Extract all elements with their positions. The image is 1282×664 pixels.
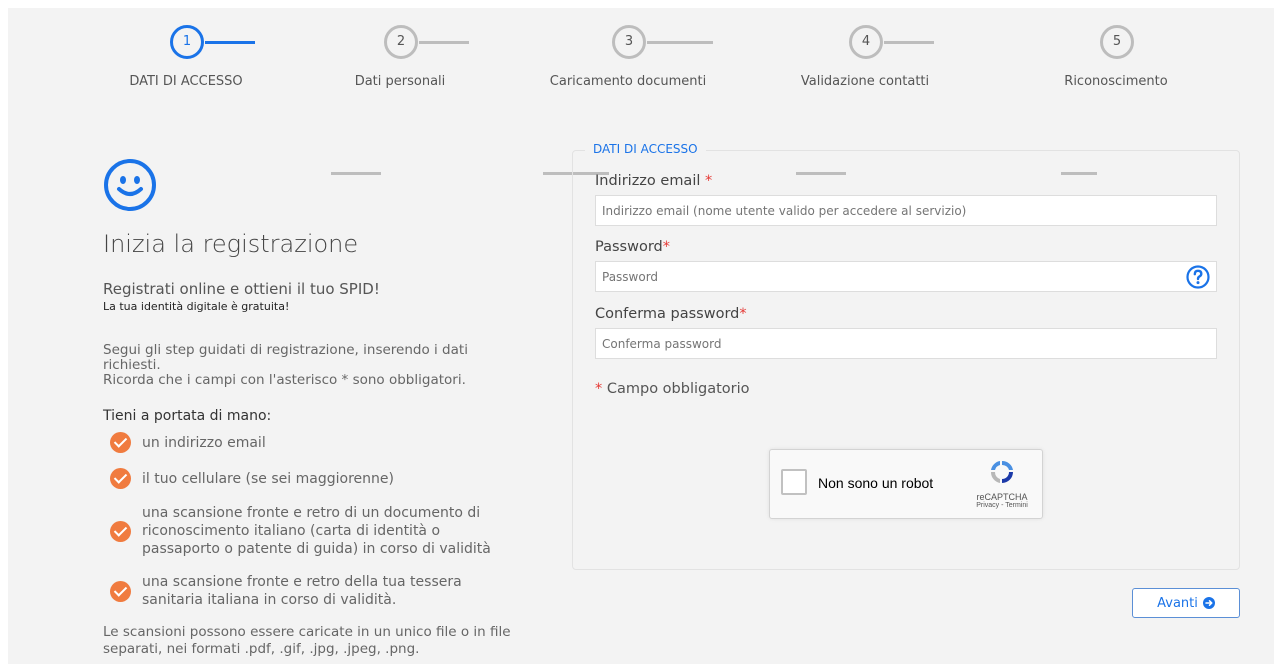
required-marker: *	[662, 239, 670, 255]
step-number: 4	[849, 25, 883, 59]
step-label: Validazione contatti	[800, 74, 930, 89]
password-label: Password*	[595, 239, 670, 255]
next-button-label: Avanti	[1157, 595, 1198, 611]
email-label: Indirizzo email *	[595, 173, 712, 189]
checklist: un indirizzo email il tuo cellulare (se …	[103, 432, 523, 609]
check-icon	[110, 468, 131, 489]
email-label-text: Indirizzo email	[595, 173, 701, 189]
checklist-item-text: un indirizzo email	[142, 434, 266, 451]
step-connector	[419, 41, 469, 44]
page-title: Inizia la registrazione	[103, 230, 359, 258]
step-2: 2 Dati personali	[315, 22, 485, 175]
step-5: 5 Riconoscimento	[1031, 22, 1201, 175]
recaptcha-widget: Non sono un robot reCAPTCHA Privacy - Te…	[769, 449, 1043, 519]
intro-paragraph: Ricorda che i campi con l'asterisco * so…	[103, 372, 466, 388]
password-field-wrapper	[595, 261, 1217, 292]
recaptcha-logo: reCAPTCHA Privacy - Termini	[972, 458, 1032, 509]
step-label: DATI DI ACCESSO	[129, 74, 243, 89]
step-connector	[205, 41, 255, 44]
step-3: 3 Caricamento documenti	[543, 22, 713, 175]
intro-column: Inizia la registrazione Registrati onlin…	[103, 158, 523, 658]
checklist-item-text: una scansione fronte e retro della tua t…	[142, 574, 462, 608]
confirm-password-label-text: Conferma password	[595, 306, 740, 322]
recaptcha-brand: reCAPTCHA	[976, 492, 1028, 502]
checklist-item: il tuo cellulare (se sei maggiorenne)	[103, 468, 523, 489]
step-label: Dati personali	[354, 74, 446, 89]
recaptcha-icon	[990, 460, 1013, 483]
step-label: Riconoscimento	[1064, 74, 1168, 89]
checklist-item: una scansione fronte e retro della tua t…	[103, 573, 523, 609]
intro-subtitle-small: La tua identità digitale è gratuita!	[103, 300, 290, 313]
password-label-text: Password	[595, 239, 663, 255]
intro-instructions: Segui gli step guidati di registrazione,…	[103, 343, 523, 388]
check-icon	[110, 432, 131, 453]
checklist-item-text: il tuo cellulare (se sei maggiorenne)	[142, 470, 394, 487]
recaptcha-links[interactable]: Privacy - Termini	[972, 502, 1032, 509]
step-number: 1	[170, 25, 204, 59]
upload-formats-note: Le scansioni possono essere caricate in …	[103, 624, 511, 657]
smiley-icon	[104, 159, 156, 211]
recaptcha-checkbox[interactable]	[781, 469, 807, 495]
step-1: 1 DATI DI ACCESSO	[101, 22, 271, 89]
step-number: 3	[612, 25, 646, 59]
access-data-panel: DATI DI ACCESSO Indirizzo email * Passwo…	[572, 142, 1240, 570]
check-icon	[110, 520, 131, 542]
required-marker: *	[739, 306, 747, 322]
checklist-item: una scansione fronte e retro di un docum…	[103, 504, 523, 558]
step-connector	[647, 41, 713, 44]
intro-subtitle: Registrati online e ottieni il tuo SPID!	[103, 280, 380, 298]
page-background: 1 DATI DI ACCESSO 2 Dati personali 3 Car…	[8, 8, 1274, 664]
step-4: 4 Validazione contatti	[780, 22, 950, 175]
check-icon	[110, 580, 131, 602]
password-field[interactable]	[596, 262, 1176, 291]
checklist-item: un indirizzo email	[103, 432, 523, 453]
recaptcha-label: Non sono un robot	[818, 475, 934, 491]
step-number: 5	[1100, 25, 1134, 59]
required-marker: *	[595, 381, 603, 397]
arrow-right-circle-icon	[1202, 597, 1215, 609]
step-connector	[884, 41, 934, 44]
mandatory-note: * Campo obbligatorio	[595, 381, 750, 397]
checklist-item-text: una scansione fronte e retro di un docum…	[142, 505, 491, 557]
step-label: Caricamento documenti	[549, 74, 707, 89]
confirm-password-label: Conferma password*	[595, 306, 747, 322]
required-marker: *	[705, 173, 713, 189]
mandatory-note-text: Campo obbligatorio	[606, 381, 750, 397]
confirm-password-field[interactable]	[595, 328, 1217, 359]
checklist-title: Tieni a portata di mano:	[103, 408, 272, 424]
step-number: 2	[384, 25, 418, 59]
intro-paragraph: Segui gli step guidati di registrazione,…	[103, 342, 468, 373]
next-button[interactable]: Avanti	[1132, 588, 1240, 618]
panel-legend: DATI DI ACCESSO	[585, 142, 706, 156]
help-icon[interactable]	[1186, 265, 1210, 289]
email-field[interactable]	[595, 195, 1217, 226]
